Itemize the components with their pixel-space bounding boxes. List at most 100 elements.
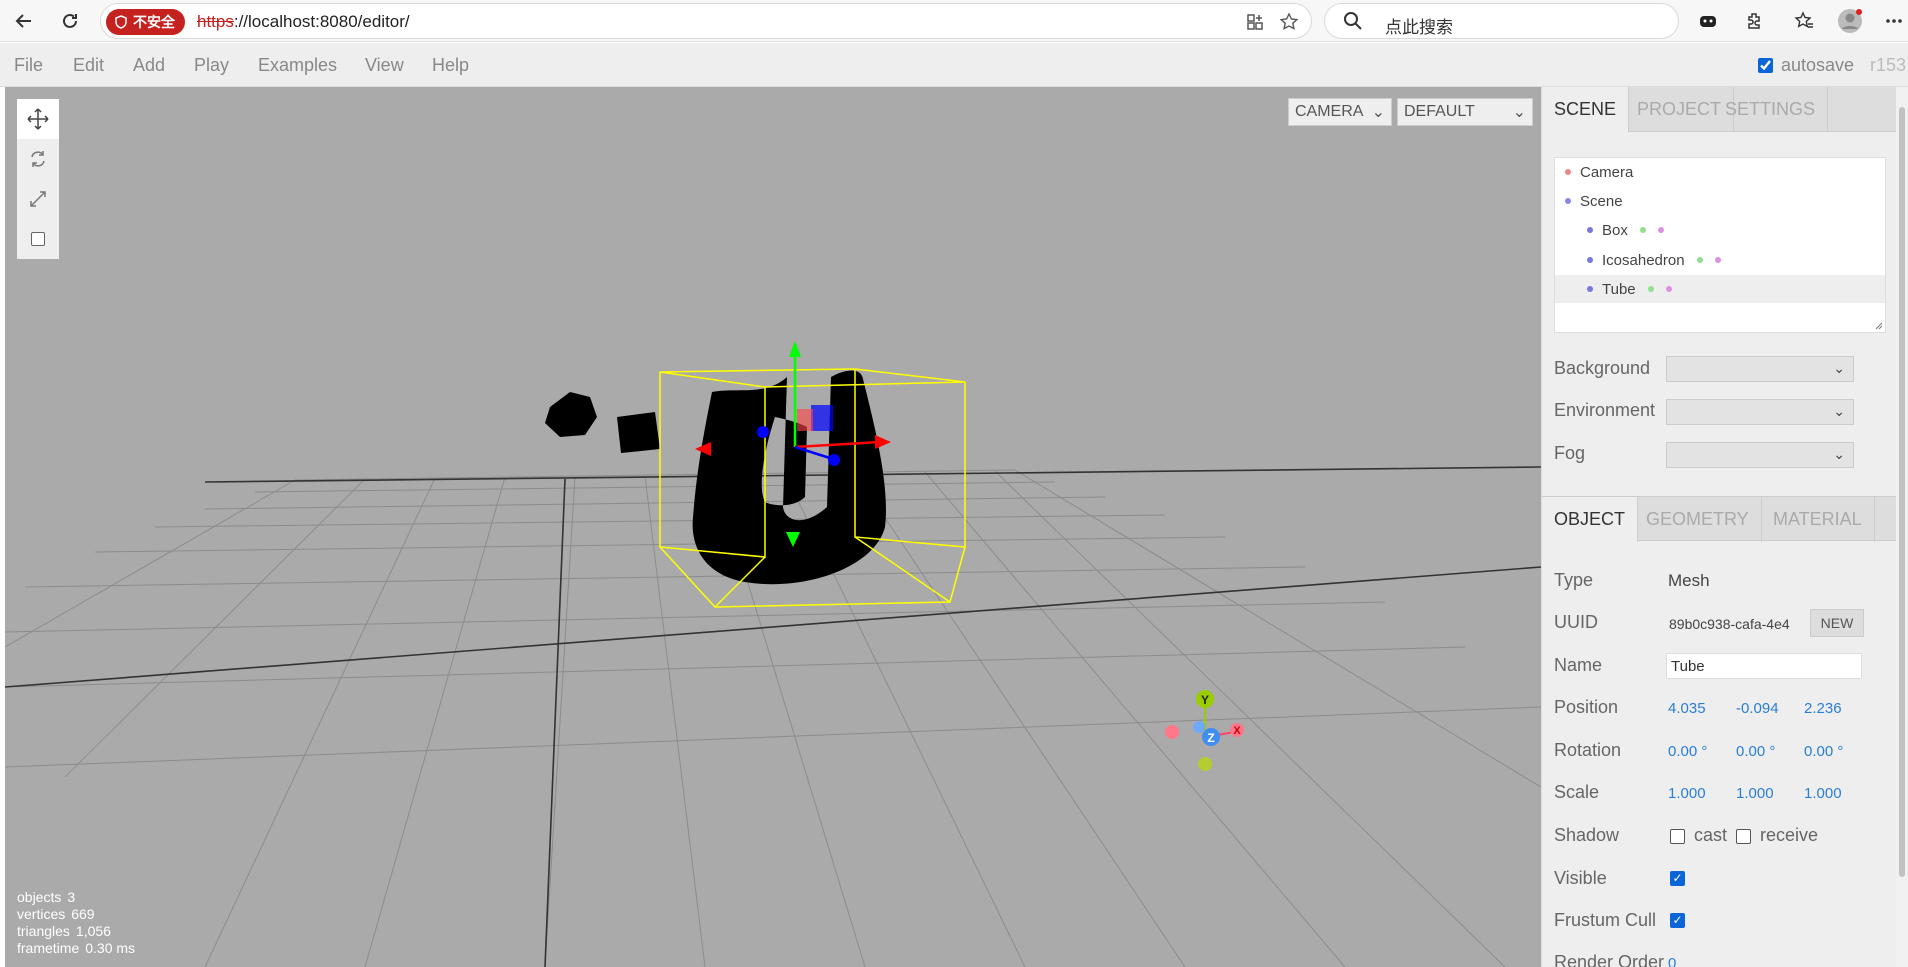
chevron-down-icon: ⌄ <box>1512 104 1526 121</box>
revision-label: r153 <box>1870 55 1907 75</box>
position-x-input[interactable]: 4.035 <box>1668 700 1706 717</box>
favorites-icon[interactable] <box>1788 5 1820 37</box>
type-label: Type <box>1554 570 1594 590</box>
fog-label: Fog <box>1554 443 1586 463</box>
url-rest: ://localhost:8080/editor/ <box>233 12 410 31</box>
outliner-label: Camera <box>1580 163 1634 181</box>
environment-label: Environment <box>1554 400 1656 420</box>
axis-z-label: Z <box>1207 731 1214 745</box>
frustum-cull-checkbox[interactable]: ✓ <box>1670 913 1685 928</box>
camera-select[interactable]: CAMERA ⌄ <box>1288 98 1392 126</box>
environment-select[interactable]: ⌄ <box>1666 399 1854 425</box>
rotation-x-input[interactable]: 0.00 ° <box>1668 743 1707 760</box>
outliner-item-icosahedron[interactable]: Icosahedron <box>1555 246 1885 274</box>
insecure-badge[interactable]: 不安全 <box>106 9 185 35</box>
menu-play[interactable]: Play <box>194 55 229 76</box>
scale-x-input[interactable]: 1.000 <box>1668 785 1706 802</box>
sidebar: SCENE PROJECT SETTINGS Camera Scene Box … <box>1541 87 1896 967</box>
render-order-input[interactable]: 0 <box>1668 955 1676 967</box>
back-icon[interactable] <box>8 5 40 37</box>
outliner-item-camera[interactable]: Camera <box>1555 158 1885 186</box>
menu-edit[interactable]: Edit <box>73 55 104 76</box>
name-label: Name <box>1554 655 1603 675</box>
rotation-z-input[interactable]: 0.00 ° <box>1804 743 1843 760</box>
tab-scene[interactable]: SCENE <box>1542 87 1630 132</box>
menu-examples[interactable]: Examples <box>258 55 337 76</box>
resize-handle-icon[interactable] <box>1875 322 1883 330</box>
scale-z-input[interactable]: 1.000 <box>1804 785 1842 802</box>
chevron-down-icon: ⌄ <box>1833 403 1845 419</box>
app-grid-icon[interactable] <box>1243 10 1267 34</box>
background-select[interactable]: ⌄ <box>1666 356 1854 382</box>
more-menu-icon[interactable] <box>1878 5 1908 37</box>
geometry-dot-icon <box>1647 286 1654 292</box>
tab-settings[interactable]: SETTINGS <box>1713 87 1829 132</box>
scene-tabs: SCENE PROJECT SETTINGS <box>1542 87 1896 132</box>
autosave-checkbox[interactable] <box>1758 58 1773 73</box>
tab-object[interactable]: OBJECT <box>1542 497 1639 542</box>
scene-render[interactable]: Y Z X <box>5 87 1541 967</box>
outliner-item-scene[interactable]: Scene <box>1555 187 1885 215</box>
address-bar[interactable]: 不安全 https://localhost:8080/editor/ <box>100 3 1312 39</box>
render-info: objects 3 vertices 669 triangles 1,056 fram… <box>17 889 135 957</box>
tab-geometry[interactable]: GEOMETRY <box>1634 497 1762 542</box>
shading-select[interactable]: DEFAULT ⌄ <box>1397 98 1533 126</box>
rotation-y-input[interactable]: 0.00 ° <box>1736 743 1775 760</box>
triangles-label: triangles <box>17 923 70 939</box>
chevron-down-icon: ⌄ <box>1371 104 1385 121</box>
insecure-label: 不安全 <box>133 14 175 30</box>
3d-viewport[interactable]: Y Z X CAMERA ⌄ DEFAULT ⌄ objects 3 vertic… <box>5 87 1541 967</box>
object-dot-icon <box>1587 227 1593 233</box>
scale-icon[interactable] <box>17 179 59 219</box>
autosave-toggle[interactable]: autosave <box>1758 55 1854 76</box>
url-scheme: https <box>197 12 234 31</box>
translate-icon[interactable] <box>17 99 59 139</box>
star-icon[interactable] <box>1277 10 1301 34</box>
position-z-input[interactable]: 2.236 <box>1804 700 1842 717</box>
camera-dot-icon <box>1565 169 1571 175</box>
new-uuid-button[interactable]: NEW <box>1810 609 1864 637</box>
sidebar-scrollbar[interactable] <box>1896 87 1908 967</box>
menu-help[interactable]: Help <box>432 55 469 76</box>
tab-material[interactable]: MATERIAL <box>1761 497 1875 542</box>
vertices-count: 669 <box>71 906 95 922</box>
scene-outliner[interactable]: Camera Scene Box Icosahedron Tube <box>1554 157 1886 333</box>
outliner-item-tube[interactable]: Tube <box>1555 275 1885 303</box>
chevron-down-icon: ⌄ <box>1833 360 1845 376</box>
search-box[interactable]: 点此搜索 <box>1324 3 1679 39</box>
icosahedron-object[interactable] <box>545 392 597 437</box>
objects-label: objects <box>17 889 62 905</box>
cast-shadow-checkbox[interactable] <box>1670 829 1685 844</box>
object-tabs: OBJECT GEOMETRY MATERIAL <box>1542 496 1896 542</box>
shadow-label: Shadow <box>1554 825 1620 845</box>
visible-checkbox[interactable]: ✓ <box>1670 871 1685 886</box>
axis-y-label: Y <box>1201 693 1209 707</box>
position-y-input[interactable]: -0.094 <box>1736 700 1779 717</box>
fog-select[interactable]: ⌄ <box>1666 442 1854 468</box>
rotation-label: Rotation <box>1554 740 1622 760</box>
visible-label: Visible <box>1554 868 1607 888</box>
scale-y-input[interactable]: 1.000 <box>1736 785 1774 802</box>
cast-label: cast <box>1694 825 1728 845</box>
material-dot-icon <box>1714 257 1721 263</box>
game-icon[interactable] <box>1692 5 1724 37</box>
outliner-label: Scene <box>1580 192 1623 210</box>
menu-view[interactable]: View <box>365 55 404 76</box>
render-order-label: Render Order <box>1554 952 1665 967</box>
receive-shadow-checkbox[interactable] <box>1736 829 1751 844</box>
name-input[interactable]: Tube <box>1666 653 1862 679</box>
profile-avatar-icon[interactable] <box>1834 5 1866 37</box>
menu-file[interactable]: File <box>14 55 43 76</box>
local-space-checkbox[interactable] <box>17 219 59 259</box>
reload-icon[interactable] <box>54 5 86 37</box>
frametime-value: 0.30 ms <box>85 940 136 956</box>
search-icon <box>1343 11 1363 36</box>
rotate-icon[interactable] <box>17 139 59 179</box>
url-text[interactable]: https://localhost:8080/editor/ <box>197 12 410 32</box>
extensions-icon[interactable] <box>1738 5 1770 37</box>
geometry-dot-icon <box>1696 257 1703 263</box>
menu-add[interactable]: Add <box>133 55 165 76</box>
outliner-item-box[interactable]: Box <box>1555 216 1885 244</box>
scrollbar-thumb[interactable] <box>1899 107 1905 877</box>
box-object[interactable] <box>617 412 660 453</box>
